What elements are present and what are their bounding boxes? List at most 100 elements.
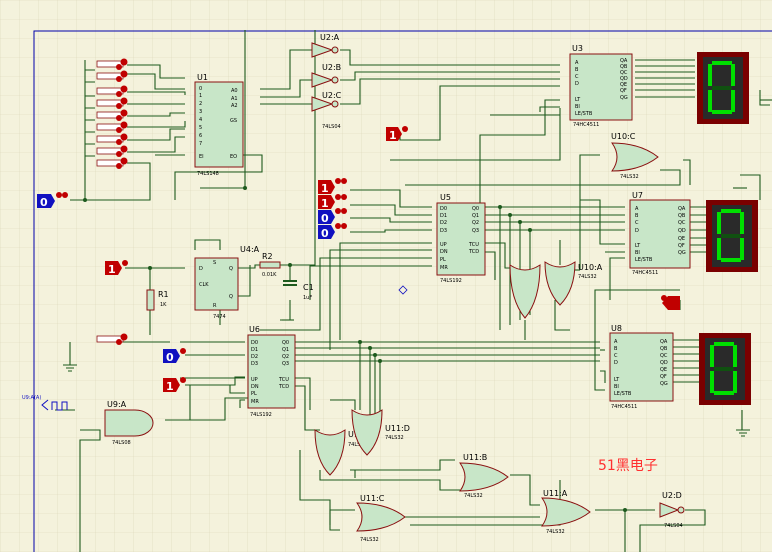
chip-u8-part: 74HC4511 (611, 404, 637, 410)
u1-pin-in-5: 5 (199, 125, 202, 131)
u8-pin-qb: QB (660, 346, 668, 352)
u9a-part: 74LS08 (112, 440, 131, 446)
u10c-part: 74LS32 (620, 174, 639, 180)
probe-6-value: 1 (108, 263, 116, 276)
u2a-part: 74LS04 (322, 124, 341, 130)
u11c-ref: U11:C (360, 494, 385, 503)
u5-pin-q3: Q3 (472, 228, 479, 234)
u8-pin-bi: BI (614, 384, 619, 390)
c1-ref: C1 (303, 283, 314, 292)
schematic-canvas: U1 74LS148 0 1 2 3 4 5 6 7 EI A0 A1 A2 G… (0, 0, 772, 552)
chip-u5-ref: U5 (440, 193, 451, 202)
chip-u1-ref: U1 (197, 73, 208, 82)
u5-pin-q2: Q2 (472, 220, 479, 226)
r1-ref: R1 (158, 290, 169, 299)
u7-pin-qb: QB (678, 213, 686, 219)
chip-u1-part: 74LS148 (197, 171, 219, 177)
probe-3-value: 1 (321, 197, 329, 210)
u7-pin-qd: QD (678, 228, 686, 234)
u1-pin-in-4: 4 (199, 117, 202, 123)
u2d-part: 74LS04 (664, 523, 683, 529)
chip-u3[interactable]: U3 74HC4511 A B C D LT BI LE/STB QA QB Q… (569, 44, 633, 128)
u6-pin-tcd: TCD (278, 384, 289, 390)
u7-pin-qg: QG (678, 250, 686, 256)
u6-pin-dn: DN (251, 384, 259, 390)
watermark-text: 51黑电子 (598, 458, 658, 474)
u6-pin-d2: D2 (251, 354, 258, 360)
u3-pin-a: A (575, 60, 579, 66)
u2b-ref: U2:B (322, 63, 341, 72)
u7-pin-qc: QC (678, 220, 686, 226)
u6-pin-d3: D3 (251, 361, 258, 367)
chip-u1[interactable]: U1 74LS148 0 1 2 3 4 5 6 7 EI A0 A1 A2 G… (194, 73, 244, 177)
u2a-ref: U2:A (320, 33, 340, 42)
chip-u7[interactable]: U7 74HC4511 A B C D LT BI LE/STB QA QB Q… (629, 191, 691, 276)
u4a-pin-clk: CLK (199, 282, 209, 288)
u5-pin-tcd: TCD (468, 249, 479, 255)
u1-pin-in-3: 3 (199, 109, 202, 115)
u7-pin-a: A (635, 206, 639, 212)
u2d-ref: U2:D (662, 491, 682, 500)
chip-u5[interactable]: U5 74LS192 D0 D1 D2 D3 UP DN PL MR Q0 Q1… (436, 193, 486, 284)
u1-pin-in-1: 1 (199, 93, 202, 99)
u5-pin-d3: D3 (440, 228, 447, 234)
u1-pin-in-7: 7 (199, 141, 202, 147)
u1-pin-out-a1: A1 (231, 96, 238, 102)
u1-pin-out-a2: A2 (231, 103, 238, 109)
u5-pin-tcu: TCU (468, 242, 479, 248)
u3-pin-le: LE/STB (575, 111, 593, 117)
u8-pin-a: A (614, 339, 618, 345)
u6-pin-pl: PL (251, 391, 257, 397)
chip-u7-ref: U7 (632, 191, 643, 200)
u10a-part: 74LS32 (578, 274, 597, 280)
u1-pin-in-2: 2 (199, 101, 202, 107)
r2-ref: R2 (262, 252, 273, 261)
u1-pin-in-ei: EI (199, 154, 204, 160)
u7-pin-le: LE/STB (635, 257, 653, 263)
chip-u7-part: 74HC4511 (632, 270, 658, 276)
u11b-ref: U11:B (463, 453, 487, 462)
u6-pin-up: UP (251, 377, 258, 383)
u7-pin-c: C (635, 220, 639, 226)
u5-pin-d1: D1 (440, 213, 447, 219)
u5-pin-d2: D2 (440, 220, 447, 226)
chip-u6-part: 74LS192 (250, 412, 272, 418)
u3-pin-qf: QF (620, 88, 627, 94)
u3-pin-b: B (575, 67, 579, 73)
clock-label: U9:A(A) (22, 395, 41, 401)
u6-pin-mr: MR (251, 399, 259, 405)
inverter-u2d[interactable]: U2:D 74LS04 (659, 491, 685, 529)
chip-u4a-part: 7474 (213, 314, 226, 320)
u7-pin-qf: QF (678, 243, 685, 249)
u7-pin-qa: QA (678, 206, 686, 212)
u11d-ref: U11:D (385, 424, 410, 433)
u4a-pin-r: R (213, 303, 217, 309)
probe-0-value: 0 (40, 196, 48, 209)
u7-pin-b: B (635, 213, 639, 219)
u6-pin-tcu: TCU (278, 377, 289, 383)
u2c-ref: U2:C (322, 91, 342, 100)
u11a-ref: U11:A (543, 489, 568, 498)
u5-pin-q1: Q1 (472, 213, 479, 219)
u8-pin-qf: QF (660, 374, 667, 380)
u7-pin-d: D (635, 228, 639, 234)
u6-pin-q1: Q1 (282, 347, 289, 353)
chip-u8[interactable]: U8 74HC4511 A B C D LT BI LE/STB QA QB Q… (609, 324, 674, 410)
u8-pin-le: LE/STB (614, 391, 632, 397)
u4a-pin-qbar: Q (229, 294, 233, 300)
u6-pin-q2: Q2 (282, 354, 289, 360)
u6-pin-d0: D0 (251, 340, 258, 346)
u11a-part: 74LS32 (546, 529, 565, 535)
u7-pin-qe: QE (678, 236, 685, 242)
u1-pin-out-eo: EO (230, 154, 237, 160)
r1-value: 1K (160, 302, 167, 308)
chip-u8-ref: U8 (611, 324, 622, 333)
c1-value: 1uF (303, 295, 312, 301)
u1-pin-out-a0: A0 (231, 88, 238, 94)
probe-7-value: 0 (166, 351, 174, 364)
u8-pin-qd: QD (660, 360, 668, 366)
u1-pin-in-6: 6 (199, 133, 202, 139)
u8-pin-d: D (614, 360, 618, 366)
u9a-ref: U9:A (107, 400, 127, 409)
chip-u6[interactable]: U6 74LS192 D0 D1 D2 D3 UP DN PL MR Q0 Q1… (247, 325, 296, 418)
